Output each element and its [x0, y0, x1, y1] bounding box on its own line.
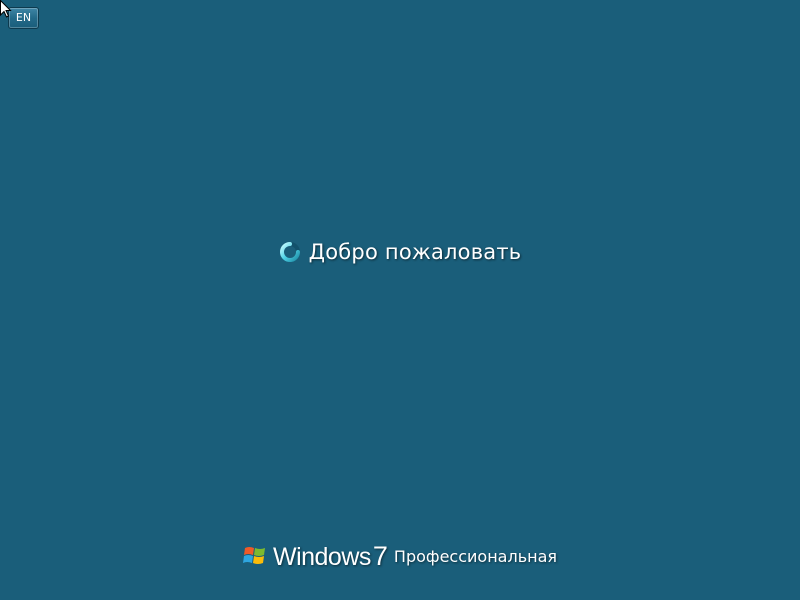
welcome-text: Добро пожаловать [308, 240, 522, 264]
windows-branding: Windows 7 Профессиональная [0, 534, 800, 572]
language-button[interactable]: EN [8, 7, 39, 29]
windows-flag-icon [242, 547, 265, 564]
product-version: 7 [372, 541, 388, 571]
welcome-screen: EN Добро пожаловать Windows 7 Профессион… [0, 0, 800, 600]
product-edition: Профессиональная [393, 547, 558, 566]
product-name: Windows [272, 543, 371, 571]
mouse-cursor-icon [0, 0, 12, 18]
loading-spinner-icon [279, 242, 300, 262]
welcome-message: Добро пожаловать [0, 235, 800, 269]
